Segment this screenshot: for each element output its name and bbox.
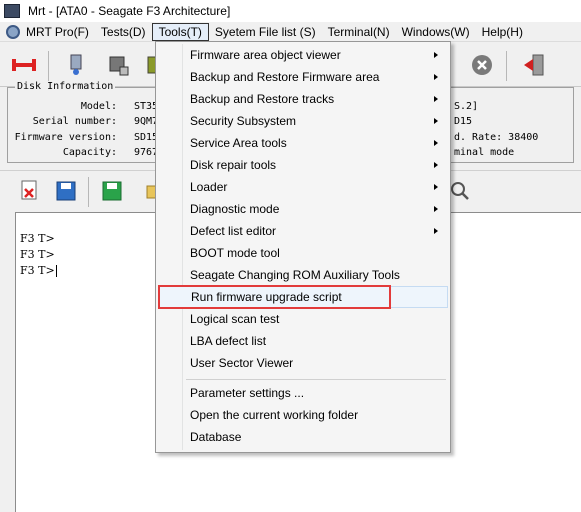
menu-tools[interactable]: Tools(T) xyxy=(151,22,209,41)
submenu-arrow-icon xyxy=(434,96,438,102)
drive-info-icon[interactable] xyxy=(62,51,90,79)
text-cursor xyxy=(55,265,57,277)
delete-file-icon[interactable] xyxy=(16,177,44,205)
menu-item-service-area-tools[interactable]: Service Area tools xyxy=(158,132,448,154)
menu-item-firmware-area-object-viewer[interactable]: Firmware area object viewer xyxy=(158,44,448,66)
save-icon[interactable] xyxy=(52,177,80,205)
chip-icon[interactable] xyxy=(104,51,132,79)
menu-system-file-list[interactable]: Syetem File list (S) xyxy=(209,23,322,41)
menu-item-backup-restore-tracks[interactable]: Backup and Restore tracks xyxy=(158,88,448,110)
title-bar: Mrt - [ATA0 - Seagate F3 Architecture] xyxy=(0,0,581,22)
disk-info-legend: Disk Information xyxy=(15,81,116,92)
menu-item-open-working-folder[interactable]: Open the current working folder xyxy=(158,404,448,426)
menu-item-defect-list-editor[interactable]: Defect list editor xyxy=(158,220,448,242)
terminal-line: F3 T> xyxy=(20,248,55,261)
menu-item-lba-defect-list[interactable]: LBA defect list xyxy=(158,330,448,352)
menu-tests[interactable]: Tests(D) xyxy=(95,23,152,41)
menu-item-user-sector-viewer[interactable]: User Sector Viewer xyxy=(158,352,448,374)
info-right-2: D15 xyxy=(454,116,473,127)
menu-bar: MRT Pro(F) Tests(D) Tools(T) Syetem File… xyxy=(0,22,581,42)
app-icon xyxy=(4,4,20,18)
capacity-label: Capacity: xyxy=(62,147,117,158)
window-title: Mrt - [ATA0 - Seagate F3 Architecture] xyxy=(28,4,231,18)
menu-item-boot-mode-tool[interactable]: BOOT mode tool xyxy=(158,242,448,264)
highlight-annotation-box xyxy=(158,285,391,309)
save-green-icon[interactable] xyxy=(98,177,126,205)
submenu-arrow-icon xyxy=(434,162,438,168)
menu-item-seagate-changing-rom[interactable]: Seagate Changing ROM Auxiliary Tools xyxy=(158,264,448,286)
terminal-line: F3 T> xyxy=(20,232,55,245)
menu-item-loader[interactable]: Loader xyxy=(158,176,448,198)
menu-item-disk-repair-tools[interactable]: Disk repair tools xyxy=(158,154,448,176)
info-right-4: minal mode xyxy=(454,147,515,158)
menu-item-security-subsystem[interactable]: Security Subsystem xyxy=(158,110,448,132)
info-right-3: d. Rate: 38400 xyxy=(454,132,539,143)
submenu-arrow-icon xyxy=(434,52,438,58)
info-right-1: S.2] xyxy=(454,101,479,112)
menu-terminal[interactable]: Terminal(N) xyxy=(322,23,396,41)
exit-icon[interactable] xyxy=(520,51,548,79)
stop-icon[interactable] xyxy=(468,51,496,79)
menu-windows[interactable]: Windows(W) xyxy=(396,23,476,41)
menu-mrt-pro[interactable]: MRT Pro(F) xyxy=(0,23,95,41)
tools-dropdown-menu: Firmware area object viewer Backup and R… xyxy=(155,41,451,453)
menu-separator xyxy=(186,379,446,380)
menu-item-database[interactable]: Database xyxy=(158,426,448,448)
submenu-arrow-icon xyxy=(434,140,438,146)
menu-help[interactable]: Help(H) xyxy=(476,23,529,41)
serial-label: Serial number: xyxy=(32,116,117,127)
gear-icon xyxy=(6,24,20,39)
menu-item-diagnostic-mode[interactable]: Diagnostic mode xyxy=(158,198,448,220)
submenu-arrow-icon xyxy=(434,74,438,80)
submenu-arrow-icon xyxy=(434,118,438,124)
submenu-arrow-icon xyxy=(434,206,438,212)
menu-item-backup-restore-firmware-area[interactable]: Backup and Restore Firmware area xyxy=(158,66,448,88)
menu-item-logical-scan-test[interactable]: Logical scan test xyxy=(158,308,448,330)
submenu-arrow-icon xyxy=(434,228,438,234)
submenu-arrow-icon xyxy=(434,184,438,190)
terminal-line-current: F3 T> xyxy=(20,264,57,277)
firmware-label: Firmware version: xyxy=(14,132,117,143)
connect-icon[interactable] xyxy=(10,51,38,79)
menu-item-parameter-settings[interactable]: Parameter settings ... xyxy=(158,382,448,404)
model-label: Model: xyxy=(80,101,117,112)
